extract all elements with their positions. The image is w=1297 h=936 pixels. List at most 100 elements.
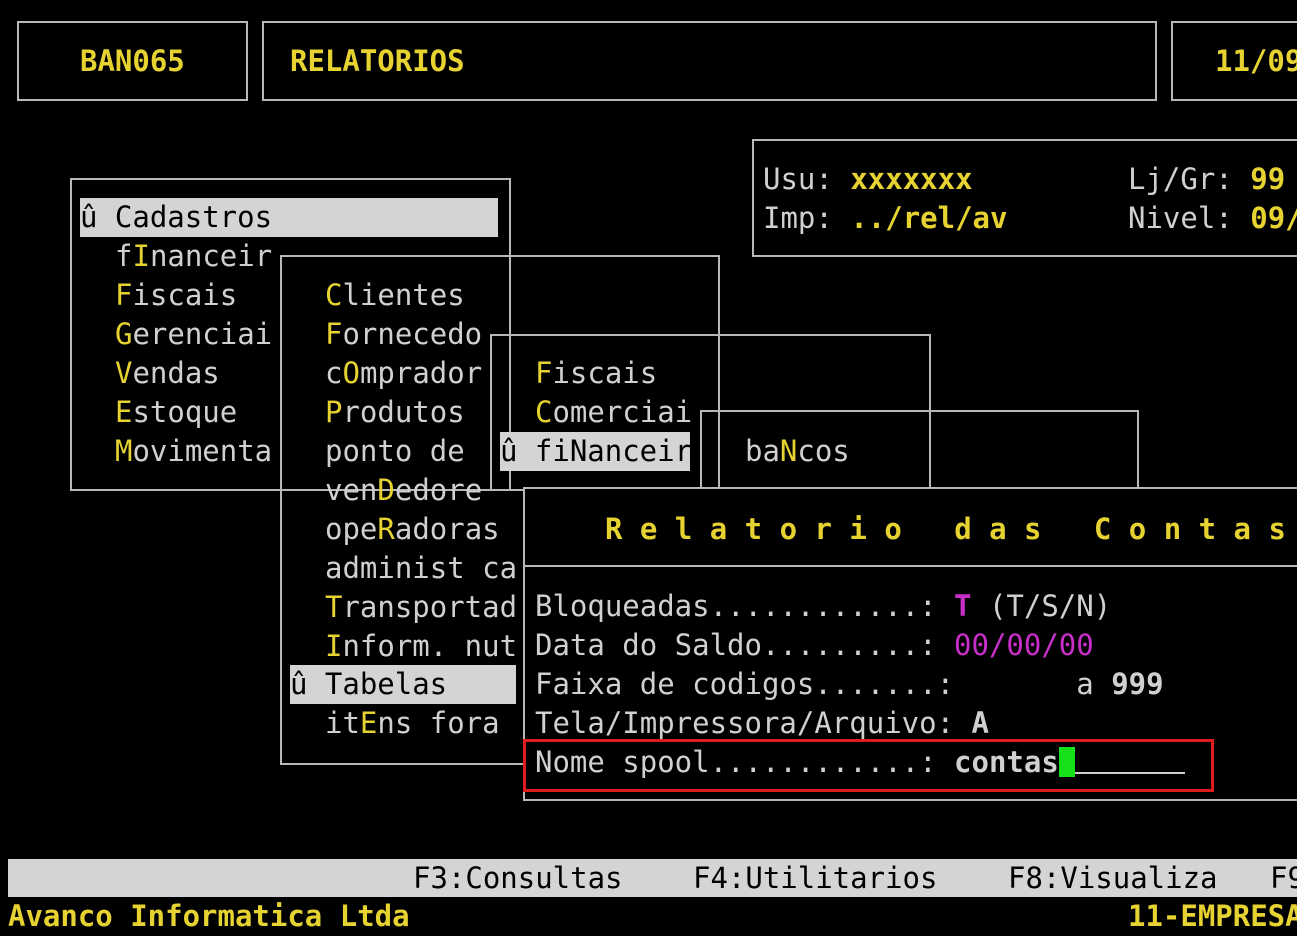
f8-visualiza[interactable]: F8:Visualiza <box>1008 859 1218 897</box>
usu-row: Usu: xxxxxxx <box>763 160 973 199</box>
hotkey: T <box>325 590 343 624</box>
item-text: iscais <box>552 356 658 390</box>
hotkey: N <box>779 434 798 468</box>
imp-value: ../rel/av <box>850 201 1008 235</box>
item-text: stoque <box>132 395 238 429</box>
imp-label: Imp: <box>763 201 833 235</box>
item-text: erenciai <box>132 317 273 351</box>
hotkey: E <box>115 395 133 429</box>
field-bloqueadas[interactable]: Bloqueadas............: T (T/S/N) <box>535 587 1111 626</box>
item-text: iscais <box>132 278 238 312</box>
nivel-row: Nivel: 09/ <box>1128 199 1297 238</box>
main-menu-item[interactable]: Gerenciai <box>115 315 272 354</box>
company-name: Avanco Informatica Ltda <box>8 899 410 933</box>
usu-value: xxxxxxx <box>850 162 973 196</box>
hotkey: I <box>325 629 343 663</box>
cadastros-menu-item[interactable]: Produtos <box>325 393 465 432</box>
hotkey: C <box>325 278 343 312</box>
ljgr-value: 99 <box>1250 162 1286 196</box>
main-menu-item[interactable]: Vendas <box>115 354 220 393</box>
bloqueadas-label: Bloqueadas............: <box>535 589 955 623</box>
faixa-value[interactable]: 999 <box>1111 667 1163 701</box>
hotkey: P <box>325 395 343 429</box>
hotkey: F <box>325 317 343 351</box>
main-menu-item[interactable]: Movimenta <box>115 432 272 471</box>
item-text: lientes <box>342 278 465 312</box>
nivel-value: 09/ <box>1250 201 1297 235</box>
field-data-saldo[interactable]: Data do Saldo.........: 00/00/00 <box>535 626 1094 665</box>
item-text: mprador <box>359 356 483 390</box>
tabelas-menu-item[interactable]: Comerciai <box>535 393 692 432</box>
hotkey: I <box>132 239 150 273</box>
data-saldo-label: Data do Saldo.........: <box>535 628 955 662</box>
item-text: cos <box>797 434 850 468</box>
main-menu-item[interactable]: Fiscais <box>115 276 237 315</box>
cadastros-menu-item[interactable]: opeRadoras <box>325 510 500 549</box>
menu-item-financeiro[interactable]: û fiNanceir <box>500 432 692 471</box>
item-text: ornecedo <box>342 317 483 351</box>
dialog-title-divider <box>523 565 1297 567</box>
item-text: ns fora <box>377 706 500 740</box>
item-text: ven <box>325 473 378 507</box>
program-code: BAN065 <box>80 44 185 78</box>
item-text: ovimenta <box>132 434 273 468</box>
bloqueadas-hint: (T/S/N) <box>971 589 1112 623</box>
cadastros-menu-item[interactable]: Transportad <box>325 588 517 627</box>
nome-spool-label: Nome spool............: <box>535 745 955 779</box>
ljgr-label: Lj/Gr: <box>1128 162 1233 196</box>
hotkey: O <box>342 356 360 390</box>
item-text: nanceir <box>149 239 273 273</box>
item-text: it <box>325 706 360 740</box>
cadastros-menu-item[interactable]: venDedore <box>325 471 482 510</box>
faixa-separator: a <box>1076 667 1094 701</box>
nome-spool-value[interactable]: contas <box>954 745 1059 779</box>
text-cursor <box>1058 747 1075 777</box>
empresa-code: 11-EMPRESA <box>1128 899 1297 933</box>
cadastros-menu-item[interactable]: Fornecedo <box>325 315 482 354</box>
function-key-bar: F3:Consultas F4:Utilitarios F8:Visualiza… <box>8 859 1297 897</box>
input-underline <box>1074 746 1185 774</box>
hotkey: C <box>535 395 553 429</box>
menu-item-bancos[interactable]: baNcos <box>745 432 850 471</box>
usu-label: Usu: <box>763 162 833 196</box>
hotkey: M <box>115 434 133 468</box>
f4-utilitarios[interactable]: F4:Utilitarios <box>693 859 937 897</box>
f9-key[interactable]: F9 <box>1270 859 1297 897</box>
item-text: ponto de <box>325 434 465 468</box>
cadastros-menu-item[interactable]: cOmprador <box>325 354 482 393</box>
item-text: administ ca <box>325 551 518 585</box>
hotkey: D <box>377 473 395 507</box>
header-date: 11/09 <box>1215 44 1297 78</box>
cadastros-menu-item[interactable]: Inform. nut <box>325 627 517 666</box>
field-faixa-codigos[interactable]: Faixa de codigos.......: a 999 <box>535 665 1164 704</box>
hotkey: F <box>115 278 133 312</box>
field-tela-impressora-arquivo[interactable]: Tela/Impressora/Arquivo: A <box>535 704 989 743</box>
hotkey: R <box>377 512 395 546</box>
main-menu-item[interactable]: Estoque <box>115 393 237 432</box>
data-saldo-value[interactable]: 00/00/00 <box>954 628 1094 662</box>
cadastros-menu-item[interactable]: Clientes <box>325 276 465 315</box>
menu-item-tabelas[interactable]: û Tabelas <box>290 665 516 704</box>
cadastros-menu-item[interactable]: ponto de <box>325 432 465 471</box>
item-text: ope <box>325 512 378 546</box>
menu-item-itens-fora[interactable]: itEns fora <box>325 704 500 743</box>
faixa-gap <box>972 667 1077 701</box>
bloqueadas-value[interactable]: T <box>954 589 971 623</box>
menu-item-cadastros[interactable]: û Cadastros <box>80 198 498 237</box>
imp-row: Imp: ../rel/av <box>763 199 1007 238</box>
f3-consultas[interactable]: F3:Consultas <box>413 859 623 897</box>
tabelas-menu-item[interactable]: Fiscais <box>535 354 657 393</box>
tela-value[interactable]: A <box>972 706 989 740</box>
main-menu-item[interactable]: fInanceir <box>115 237 272 276</box>
section-title: RELATORIOS <box>290 44 465 78</box>
ljgr-row: Lj/Gr: 99 <box>1128 160 1285 199</box>
item-text: omerciai <box>552 395 693 429</box>
item-text: f <box>115 239 133 273</box>
item-text: nform. nut <box>342 629 518 663</box>
field-nome-spool[interactable]: Nome spool............: contas <box>535 743 1185 782</box>
item-text: ransportad <box>342 590 518 624</box>
cadastros-menu-item[interactable]: administ ca <box>325 549 517 588</box>
dialog-title: R e l a t o r i o d a s C o n t a s <box>605 512 1286 546</box>
item-text: adoras <box>394 512 500 546</box>
hotkey: E <box>359 706 378 740</box>
